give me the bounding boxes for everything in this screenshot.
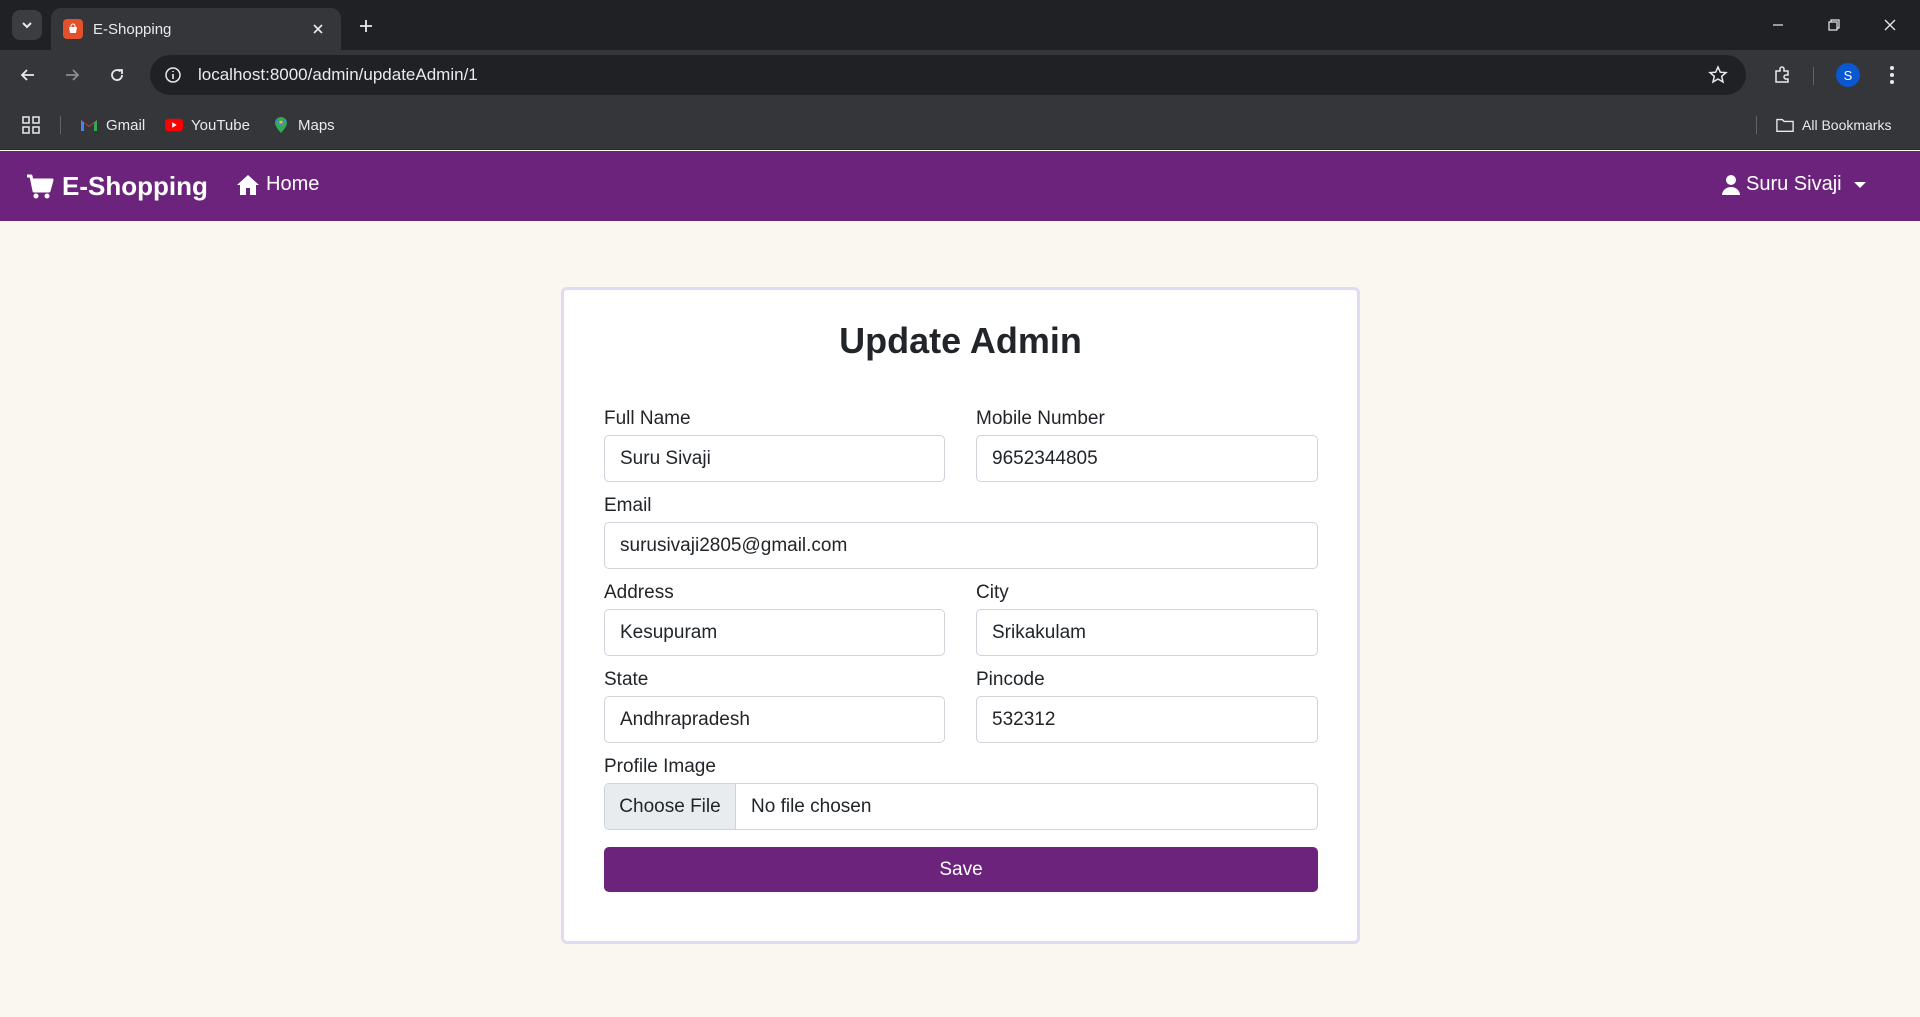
mobile-group: Mobile Number [976,407,1318,482]
shop-favicon-icon [63,19,83,39]
browser-tab[interactable]: E-Shopping [51,8,341,50]
city-label: City [976,582,1009,603]
new-tab-button[interactable] [352,12,380,40]
mobile-field[interactable] [976,435,1318,482]
brand-name: E-Shopping [62,171,208,201]
browser-toolbar: localhost:8000/admin/updateAdmin/1 S [0,50,1920,100]
apps-button[interactable] [22,113,40,137]
extensions-button[interactable] [1766,59,1798,91]
puzzle-icon [1775,66,1789,83]
site-info-icon[interactable] [162,64,184,86]
city-group: City [976,581,1318,656]
browser-tab-bar: E-Shopping [0,0,1920,50]
caret-down-icon [1853,181,1866,188]
tab-search-button[interactable] [12,10,42,40]
bookmarks-bar: Gmail YouTube Maps All Bookmarks [0,100,1920,150]
arrow-left-icon [20,69,34,81]
pincode-field[interactable] [976,696,1318,743]
profile-image-group: Profile Image Choose File No file chosen [604,755,1318,830]
user-icon [1722,174,1740,195]
bookmark-youtube[interactable]: YouTube [165,113,250,137]
save-button[interactable]: Save [604,847,1318,892]
youtube-icon [165,116,183,134]
choose-file-button[interactable]: Choose File [605,784,736,829]
state-field[interactable] [604,696,945,743]
full-name-label: Full Name [604,408,691,429]
bookmarks-divider [60,116,61,134]
app-navbar: E-Shopping Home Suru Sivaji [0,151,1920,221]
browser-menu-button[interactable] [1876,59,1908,91]
back-button[interactable] [12,59,44,91]
reload-icon [111,69,123,81]
gmail-icon [80,116,98,134]
tab-title: E-Shopping [93,20,172,38]
address-bar[interactable]: localhost:8000/admin/updateAdmin/1 [150,55,1746,95]
pincode-label: Pincode [976,669,1045,690]
bookmark-star-icon[interactable] [1704,61,1732,89]
email-group: Email [604,494,1318,569]
apps-grid-icon [22,116,40,134]
minimize-icon [1773,24,1783,26]
profile-image-input[interactable]: Choose File No file chosen [604,783,1318,830]
user-name: Suru Sivaji [1746,173,1842,195]
update-admin-card: Update Admin Full Name Mobile Number Ema… [561,287,1360,944]
all-bookmarks-label: All Bookmarks [1802,117,1892,133]
cart-icon [27,174,54,198]
maps-icon [272,116,290,134]
pincode-group: Pincode [976,668,1318,743]
minimize-button[interactable] [1750,8,1806,42]
address-group: Address [604,581,945,656]
arrow-right-icon [66,69,80,81]
email-label: Email [604,495,652,516]
chevron-down-icon [22,22,32,29]
toolbar-divider [1813,67,1814,85]
close-window-button[interactable] [1862,8,1918,42]
profile-button[interactable]: S [1832,59,1864,91]
bookmark-gmail[interactable]: Gmail [80,113,145,137]
all-bookmarks-button[interactable]: All Bookmarks [1776,113,1891,137]
plus-icon [360,20,372,32]
address-field[interactable] [604,609,945,656]
bookmarks-divider [1756,116,1757,134]
reload-button[interactable] [101,59,133,91]
bookmark-label: YouTube [191,116,250,134]
mobile-label: Mobile Number [976,408,1105,429]
full-name-group: Full Name [604,407,945,482]
restore-icon [1828,19,1840,31]
nav-home-link[interactable]: Home [236,173,319,196]
profile-image-label: Profile Image [604,756,716,777]
address-label: Address [604,582,674,603]
kebab-menu-icon [1890,66,1894,84]
user-dropdown[interactable]: Suru Sivaji [1722,173,1866,196]
email-field[interactable] [604,522,1318,569]
state-group: State [604,668,945,743]
bookmark-label: Maps [298,116,335,134]
full-name-field[interactable] [604,435,945,482]
brand-link[interactable]: E-Shopping [26,171,208,202]
bookmark-maps[interactable]: Maps [272,113,335,137]
home-icon [237,174,259,195]
page-title: Update Admin [839,320,1082,361]
restore-button[interactable] [1806,8,1862,42]
forward-button[interactable] [56,59,88,91]
nav-home-label: Home [266,173,320,195]
close-icon [1884,19,1896,31]
file-status-text: No file chosen [751,795,872,817]
state-label: State [604,669,649,690]
avatar: S [1836,63,1860,87]
tab-close-icon[interactable] [307,18,329,40]
url-text: localhost:8000/admin/updateAdmin/1 [198,65,478,84]
folder-icon [1776,116,1794,134]
bookmark-label: Gmail [106,116,146,134]
city-field[interactable] [976,609,1318,656]
